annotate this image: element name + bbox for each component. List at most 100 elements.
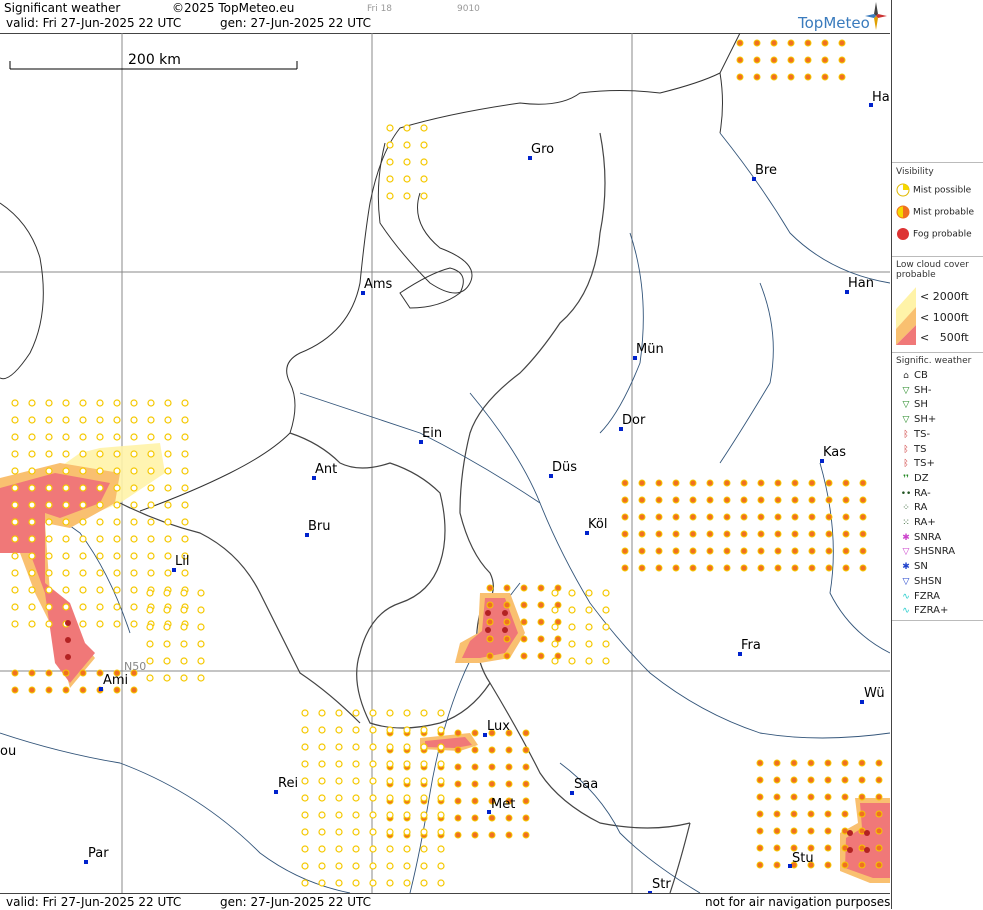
mist-symbol	[79, 416, 87, 424]
city-label-met: Met	[491, 797, 516, 812]
mist-symbol	[505, 746, 513, 754]
mist-symbol	[386, 158, 394, 166]
mist-symbol	[602, 657, 610, 665]
city-label-ou: ou	[0, 744, 17, 759]
mist-symbol	[841, 861, 849, 869]
mist-symbol	[471, 729, 479, 737]
mist-symbol	[602, 606, 610, 614]
mist-symbol	[318, 760, 326, 768]
compass-logo-icon	[865, 2, 887, 30]
mist-symbol	[130, 484, 138, 492]
mist-symbol	[858, 793, 866, 801]
mist-symbol	[28, 535, 36, 543]
mist-symbol	[437, 828, 445, 836]
mist-symbol	[537, 618, 545, 626]
mist-symbol	[113, 535, 121, 543]
mist-symbol	[335, 879, 343, 887]
legend-mist-possible: Mist possible	[896, 183, 971, 197]
mist-symbol	[740, 479, 748, 487]
city-label-rei: Rei	[278, 776, 299, 791]
mist-symbol	[825, 496, 833, 504]
mist-symbol	[621, 479, 629, 487]
mist-symbol	[164, 467, 172, 475]
mist-symbol	[369, 862, 377, 870]
mist-symbol	[146, 623, 154, 631]
mist-symbol	[842, 479, 850, 487]
mist-symbol	[838, 56, 846, 64]
city-label-mun: Mün	[636, 342, 664, 357]
mist-symbol	[757, 564, 765, 572]
mist-symbol	[386, 175, 394, 183]
legend-sigwx-16: ∿ FZRA+	[898, 605, 948, 616]
mist-symbol	[454, 797, 462, 805]
mist-symbol	[774, 547, 782, 555]
mist-symbol	[403, 879, 411, 887]
legend-cloud-500: < 500ft	[920, 331, 969, 344]
mist-symbol	[842, 513, 850, 521]
mist-symbol	[808, 513, 816, 521]
mist-symbol	[454, 763, 462, 771]
legend-label: TS	[914, 443, 927, 455]
mist-symbol	[672, 496, 680, 504]
mist-symbol	[568, 657, 576, 665]
mist-symbol	[585, 589, 593, 597]
mist-symbol	[96, 603, 104, 611]
city-label-bru: Bru	[308, 519, 331, 534]
mist-symbol	[875, 861, 883, 869]
mist-symbol	[706, 513, 714, 521]
mist-symbol	[858, 861, 866, 869]
mist-symbol	[96, 484, 104, 492]
legend-divider	[892, 256, 983, 257]
fog-probable-icon	[897, 228, 909, 240]
mist-symbol	[163, 657, 171, 665]
legend-divider	[892, 162, 983, 163]
mist-symbol	[505, 763, 513, 771]
legend-label: SHSN	[914, 575, 942, 587]
mist-symbol	[352, 828, 360, 836]
mist-symbol	[471, 814, 479, 822]
mist-symbol	[420, 726, 428, 734]
mist-symbol	[301, 709, 309, 717]
mist-symbol	[181, 484, 189, 492]
mist-symbol	[824, 827, 832, 835]
mist-symbol	[130, 416, 138, 424]
mist-symbol	[437, 743, 445, 751]
mist-symbol	[621, 547, 629, 555]
city-label-ant: Ant	[315, 462, 338, 477]
mist-symbol	[804, 39, 812, 47]
mist-symbol	[568, 606, 576, 614]
mist-symbol	[79, 433, 87, 441]
mist-symbol	[96, 620, 104, 628]
mist-symbol	[420, 709, 428, 717]
mist-symbol	[488, 814, 496, 822]
weather-map[interactable]: 200 km N50 Gro Bre Ha Ams Han Mün Ein Do…	[0, 33, 890, 893]
legend-sigwx-2: ▽ SH	[898, 399, 928, 410]
mist-symbol	[62, 416, 70, 424]
map-canvas: 200 km N50	[0, 33, 890, 893]
mist-symbol	[147, 433, 155, 441]
mist-symbol	[655, 530, 663, 538]
city-label-ams: Ams	[364, 277, 393, 292]
mist-symbol	[79, 569, 87, 577]
mist-symbol	[147, 535, 155, 543]
mist-symbol	[96, 467, 104, 475]
mist-symbol	[773, 793, 781, 801]
mist-symbol	[113, 416, 121, 424]
mist-symbol	[147, 501, 155, 509]
mist-symbol	[79, 586, 87, 594]
mist-symbol	[11, 416, 19, 424]
mist-symbol	[113, 569, 121, 577]
footer-gen-time: gen: 27-Jun-2025 22 UTC	[220, 895, 372, 909]
mist-symbol	[62, 669, 70, 677]
mist-symbol	[485, 627, 491, 633]
mist-symbol	[770, 56, 778, 64]
mist-symbol	[45, 416, 53, 424]
mist-symbol	[386, 124, 394, 132]
mist-symbol	[62, 586, 70, 594]
mist-symbol	[301, 828, 309, 836]
mist-symbol	[146, 606, 154, 614]
mist-symbol	[301, 760, 309, 768]
mist-symbol	[537, 584, 545, 592]
mist-symbol	[753, 73, 761, 81]
mist-symbol	[164, 535, 172, 543]
